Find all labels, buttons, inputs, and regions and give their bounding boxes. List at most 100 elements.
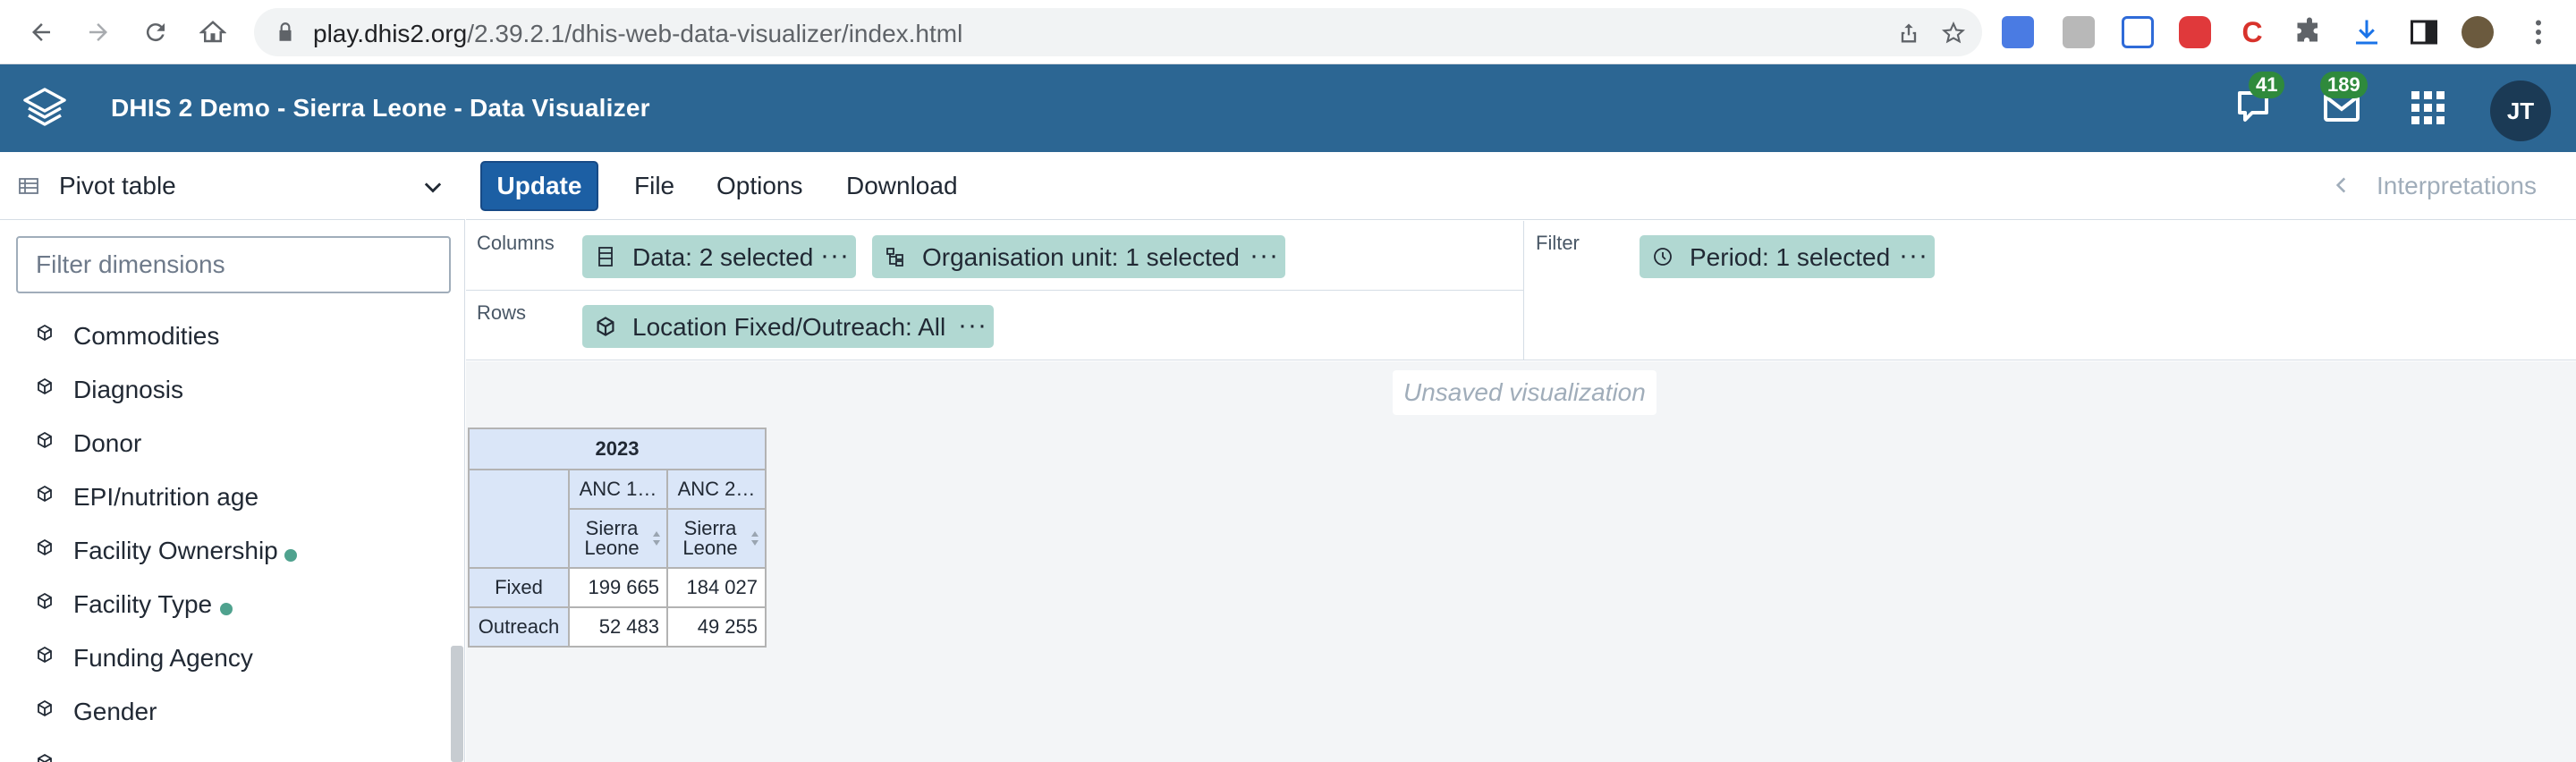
- clock-icon: [1654, 248, 1672, 266]
- dimension-label: Gender: [73, 698, 157, 725]
- chip-label: Location Fixed/Outreach: All: [632, 313, 946, 341]
- app-header: DHIS 2 Demo - Sierra Leone - Data Visual…: [0, 64, 2576, 152]
- dimension-item-funding-agency[interactable]: Funding Agency: [0, 635, 447, 685]
- data-header: ANC 2…: [666, 469, 767, 510]
- extension-gray-icon[interactable]: [2063, 16, 2095, 48]
- dimension-cube-icon: [38, 538, 52, 556]
- lock-icon: [279, 22, 292, 41]
- chip-more-icon[interactable]: ···: [820, 241, 850, 271]
- filter-dimensions-input[interactable]: [16, 236, 451, 293]
- apps-grid-icon[interactable]: [2406, 86, 2449, 129]
- columns-axis-label: Columns: [477, 232, 555, 254]
- filter-axis-label: Filter: [1536, 232, 1580, 254]
- chip-more-icon[interactable]: ···: [1250, 241, 1279, 271]
- value-cell[interactable]: 199 665: [568, 567, 668, 608]
- interpretations-badge: 41: [2249, 72, 2285, 98]
- orgunit-header[interactable]: Sierra Leone: [568, 508, 668, 569]
- dimension-cube-icon: [38, 646, 52, 664]
- visualization-canvas: Unsaved visualization 2023 ANC 1… ANC 2……: [466, 361, 2576, 762]
- layout-divider: [466, 290, 1523, 291]
- forward-icon[interactable]: [82, 16, 114, 48]
- messages-badge: 189: [2320, 72, 2368, 98]
- back-icon[interactable]: [25, 16, 57, 48]
- reload-icon[interactable]: [140, 16, 172, 48]
- download-menu[interactable]: Download: [846, 172, 958, 200]
- chip-label: Organisation unit: 1 selected: [922, 243, 1240, 271]
- home-icon[interactable]: [197, 16, 229, 48]
- pivot-table: 2023 ANC 1… ANC 2… Sierra Leone Sierra Leo…: [468, 428, 767, 648]
- value-cell[interactable]: 52 483: [568, 606, 668, 648]
- org-tree-icon: [886, 248, 903, 267]
- interpretations-toggle[interactable]: Interpretations: [2335, 172, 2537, 200]
- browser-toolbar: play.dhis2.org/2.39.2.1/dhis-web-data-vi…: [0, 0, 2576, 64]
- dimension-label: Facility Type: [73, 590, 213, 618]
- side-panel-icon[interactable]: [2408, 16, 2440, 48]
- dimension-cube-icon: [38, 324, 52, 342]
- rows-axis-label: Rows: [477, 301, 527, 324]
- layout-divider: [1523, 221, 1524, 360]
- layout-area: Columns Rows Filter Data: 2 selected ···…: [466, 221, 2576, 360]
- sort-icon[interactable]: [652, 529, 661, 547]
- translate-extension-icon[interactable]: [2002, 16, 2034, 48]
- dimension-selected-dot: [284, 549, 297, 562]
- dimension-item-epi-nutrition-age[interactable]: EPI/nutrition age: [0, 474, 447, 524]
- puzzle-icon[interactable]: [2293, 16, 2326, 48]
- dimension-item-facility-type[interactable]: Facility Type: [0, 581, 447, 631]
- orgunit-header[interactable]: Sierra Leone: [666, 508, 767, 569]
- dimension-label: Commodities: [73, 322, 220, 350]
- file-menu[interactable]: File: [634, 172, 674, 200]
- star-icon[interactable]: [1941, 21, 1966, 46]
- dimension-item-donor[interactable]: Donor: [0, 420, 447, 470]
- sort-icon[interactable]: [750, 529, 759, 547]
- dimension-selected-dot: [220, 603, 233, 615]
- visualization-type-selector[interactable]: Pivot table: [0, 152, 465, 220]
- app-title: DHIS 2 Demo - Sierra Leone - Data Visual…: [111, 94, 650, 122]
- chip-label: Data: 2 selected: [632, 243, 814, 271]
- row-header: Fixed: [468, 567, 570, 608]
- location-dimension-chip[interactable]: Location Fixed/Outreach: All ···: [582, 305, 994, 348]
- c-extension-icon[interactable]: C: [2236, 16, 2268, 48]
- dimensions-panel: Pivot table Commodities Diagnosis Donor …: [0, 152, 465, 762]
- interpretations-label: Interpretations: [2377, 172, 2537, 199]
- period-dimension-chip[interactable]: Period: 1 selected ···: [1640, 235, 1935, 278]
- dimension-label: Diagnosis: [73, 376, 183, 403]
- address-bar[interactable]: play.dhis2.org/2.39.2.1/dhis-web-data-vi…: [254, 8, 1982, 56]
- value-cell[interactable]: 49 255: [666, 606, 767, 648]
- more-vert-icon[interactable]: [2522, 16, 2555, 48]
- data-icon: [598, 247, 613, 267]
- chip-more-icon[interactable]: ···: [1899, 241, 1928, 271]
- red-extension-icon[interactable]: [2179, 16, 2211, 48]
- dimension-cube-icon: [38, 485, 52, 503]
- update-button[interactable]: Update: [480, 161, 598, 211]
- empty-corner-cell: [468, 469, 570, 569]
- dimension-item-facility-ownership[interactable]: Facility Ownership: [0, 528, 447, 578]
- options-menu[interactable]: Options: [716, 172, 803, 200]
- url-text: play.dhis2.org/2.39.2.1/dhis-web-data-vi…: [313, 20, 963, 47]
- dimension-item-partial[interactable]: [0, 742, 447, 762]
- orgunit-dimension-chip[interactable]: Organisation unit: 1 selected ···: [872, 235, 1285, 278]
- dimension-item-gender[interactable]: Gender: [0, 689, 447, 739]
- dhis2-logo-icon[interactable]: [20, 84, 70, 132]
- chevron-left-icon: [2335, 177, 2346, 193]
- dimension-list: Commodities Diagnosis Donor EPI/nutritio…: [0, 313, 447, 762]
- dimension-cube-icon: [38, 699, 52, 717]
- chip-more-icon[interactable]: ···: [958, 310, 987, 341]
- dimension-label: EPI/nutrition age: [73, 483, 259, 511]
- dimension-list-scrollbar[interactable]: [451, 646, 463, 762]
- dimension-label: Facility Ownership: [73, 537, 278, 564]
- download-icon[interactable]: [2351, 16, 2383, 48]
- unsaved-visualization-label: Unsaved visualization: [1393, 370, 1657, 415]
- profile-avatar-icon[interactable]: [2462, 16, 2494, 48]
- screen-capture-extension-icon[interactable]: [2122, 16, 2154, 48]
- data-header: ANC 1…: [568, 469, 668, 510]
- dimension-item-diagnosis[interactable]: Diagnosis: [0, 367, 447, 417]
- data-dimension-chip[interactable]: Data: 2 selected ···: [582, 235, 856, 278]
- visualization-type-label: Pivot table: [59, 172, 176, 199]
- user-avatar[interactable]: JT: [2490, 80, 2551, 141]
- value-cell[interactable]: 184 027: [666, 567, 767, 608]
- main-toolbar: Update File Options Download Interpretat…: [466, 152, 2576, 220]
- dimension-cube-icon: [38, 431, 52, 449]
- share-icon[interactable]: [1896, 21, 1921, 46]
- chevron-down-icon: [424, 182, 442, 193]
- dimension-item-commodities[interactable]: Commodities: [0, 313, 447, 363]
